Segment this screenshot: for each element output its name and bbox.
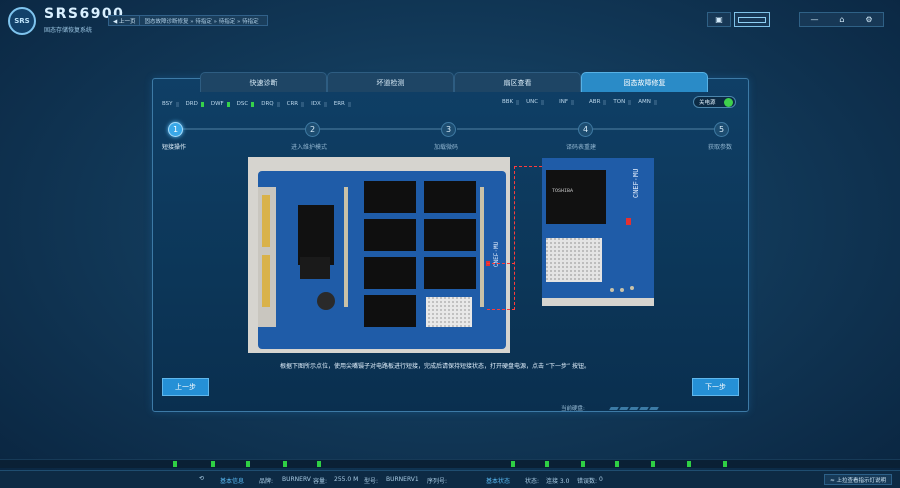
indicator-led xyxy=(283,461,287,467)
indicator-led xyxy=(687,461,691,467)
state-value: 连接 3.0 xyxy=(546,478,570,485)
app-logo: SRS xyxy=(8,7,36,35)
indicator-led xyxy=(581,461,585,467)
flag-idx: IDX xyxy=(311,101,327,107)
indicator-led xyxy=(246,461,250,467)
step-2-circle: 2 xyxy=(305,122,320,137)
pcb-zoom-photo: TOSHIBA CNEF·MU xyxy=(542,158,654,306)
minimize-icon[interactable]: — xyxy=(810,15,818,24)
breadcrumb: ◀ 上一页 固态故障诊断修复 » 待指定 » 待指定 » 待指定 xyxy=(108,15,268,26)
flag-drq: DRQ xyxy=(261,101,280,107)
step-connector xyxy=(320,128,448,130)
toolbox-button[interactable]: ▣ xyxy=(707,12,731,27)
settings-icon[interactable]: ⚙ xyxy=(865,15,872,24)
state-label: 状态: xyxy=(525,478,540,485)
panel-decoration xyxy=(609,407,659,410)
flag-crr: CRR xyxy=(287,101,305,107)
step-4-label: 译码表重建 xyxy=(566,144,597,151)
indicator-led xyxy=(615,461,619,467)
capacity-value: 255.0 M xyxy=(334,476,359,483)
display-icon xyxy=(738,16,766,23)
step-connector xyxy=(182,128,310,130)
step-connector xyxy=(593,128,721,130)
step-connector xyxy=(457,128,585,130)
errors-value: 0 xyxy=(599,476,603,483)
toolbox-icon: ▣ xyxy=(715,15,723,24)
window-controls: — ⌂ ⚙ xyxy=(799,12,884,27)
marker-guide-line xyxy=(487,263,515,264)
display-toggle-button[interactable] xyxy=(734,12,770,27)
flag-ton: TON xyxy=(613,99,632,105)
flag-unc: UNC xyxy=(526,99,545,105)
flag-err: ERR xyxy=(334,101,351,107)
step-3-label: 加载微码 xyxy=(434,144,459,151)
step-1-label: 短接操作 xyxy=(162,144,187,151)
errors-label: 错误数: xyxy=(577,478,598,485)
indicator-led xyxy=(173,461,177,467)
flag-inf: INF xyxy=(559,99,575,105)
marker-guide-line xyxy=(514,166,542,167)
tab-bar: 快速诊断 坏道检测 扇区查看 固态故障修复 xyxy=(200,72,708,92)
basic-info-title: 基本信息 xyxy=(220,478,245,485)
home-icon[interactable]: ⌂ xyxy=(839,15,844,24)
basic-status-title: 基本状态 xyxy=(486,478,511,485)
model-value: BURNERV1 xyxy=(386,476,419,483)
led-help-button[interactable]: ≈ 上拉查看指示灯说明 xyxy=(824,474,892,485)
prev-step-button[interactable]: 上一步 xyxy=(162,378,209,396)
refresh-icon[interactable]: ⟲ xyxy=(199,475,204,482)
next-step-button[interactable]: 下一步 xyxy=(692,378,739,396)
flag-amn: AMN xyxy=(638,99,657,105)
led-indicator-bar xyxy=(0,459,900,468)
tab-bad-sector-scan[interactable]: 坏道检测 xyxy=(327,72,454,92)
step-5-circle: 5 xyxy=(714,122,729,137)
status-flags-right: BBK UNC INF ABR TON AMN xyxy=(502,99,664,105)
instruction-text: 根据下图所示点位，使用尖嘴镊子对电路板进行短接，完成后请保持短接状态，打开硬盘电… xyxy=(280,363,591,370)
register-status-row: BSY DRD DWF DSC DRQ CRR IDX ERR BBK UNC … xyxy=(162,96,742,109)
indicator-led xyxy=(211,461,215,467)
power-toggle-label: 关电源 xyxy=(699,100,716,106)
flag-bbk: BBK xyxy=(502,99,520,105)
indicator-led xyxy=(651,461,655,467)
breadcrumb-path: 固态故障诊断修复 » 待指定 » 待指定 » 待指定 xyxy=(144,18,259,25)
pcb-photo: CNEF·MU xyxy=(248,157,510,353)
indicator-led xyxy=(723,461,727,467)
bottom-info-bar: ⟲ 基本信息 品牌: BURNERV 容量: 255.0 M 型号: BURNE… xyxy=(0,470,900,488)
tab-ssd-repair[interactable]: 固态故障修复 xyxy=(581,72,708,92)
step-1-circle: 1 xyxy=(168,122,183,137)
capacity-label: 容量: xyxy=(313,478,328,485)
tab-quick-diagnosis[interactable]: 快速诊断 xyxy=(200,72,327,92)
power-toggle-knob xyxy=(724,97,733,107)
step-2-label: 进入维护模式 xyxy=(291,144,328,151)
serial-label: 序列号: xyxy=(427,478,448,485)
step-3-circle: 3 xyxy=(441,122,456,137)
flag-abr: ABR xyxy=(589,99,607,105)
app-subtitle: 固态存储恢复系统 xyxy=(44,27,93,34)
flag-bsy: BSY xyxy=(162,101,179,107)
marker-guide-line xyxy=(487,309,515,310)
step-4-circle: 4 xyxy=(578,122,593,137)
top-bar: SRS SRS6900 固态存储恢复系统 ◀ 上一页 固态故障诊断修复 » 待指… xyxy=(0,0,900,40)
back-button[interactable]: ◀ 上一页 xyxy=(109,16,141,25)
current-disk-label: 当前硬盘: xyxy=(561,406,585,412)
indicator-led xyxy=(545,461,549,467)
indicator-led xyxy=(317,461,321,467)
brand-label: 品牌: xyxy=(259,478,274,485)
brand-value: BURNERV xyxy=(282,476,311,483)
svg-text:TOSHIBA: TOSHIBA xyxy=(552,188,573,194)
flag-dsc: DSC xyxy=(237,101,255,107)
flag-dwf: DWF xyxy=(211,101,230,107)
indicator-led xyxy=(511,461,515,467)
flag-drd: DRD xyxy=(186,101,204,107)
model-label: 型号: xyxy=(364,478,379,485)
step-5-label: 获取参数 xyxy=(708,144,733,151)
svg-text:CNEF·MU: CNEF·MU xyxy=(633,169,641,198)
step-progress: 1 2 3 4 5 短接操作 进入维护模式 加载微码 译码表重建 获取参数 xyxy=(160,118,742,154)
power-toggle[interactable]: 关电源 xyxy=(693,96,736,108)
logo-text: SRS xyxy=(14,17,30,25)
marker-guide-line xyxy=(514,166,515,310)
tab-sector-view[interactable]: 扇区查看 xyxy=(454,72,581,92)
